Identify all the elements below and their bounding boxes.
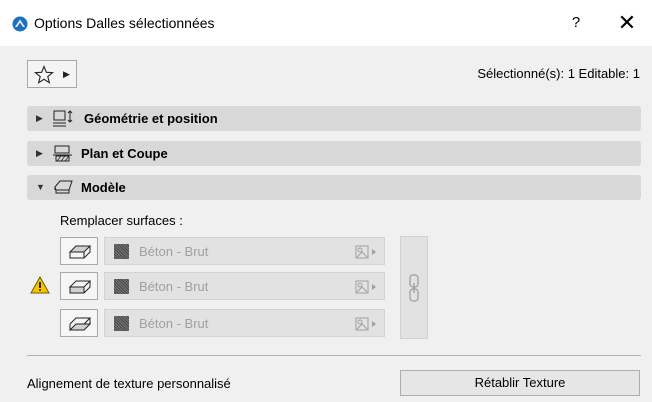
collapsed-arrow-icon: ▶ — [36, 148, 43, 158]
top-face-icon — [68, 245, 92, 259]
edge-surface-button[interactable] — [60, 272, 98, 300]
material-field[interactable]: Béton - Brut — [104, 237, 385, 265]
material-field[interactable]: Béton - Brut — [104, 272, 385, 300]
texture-alignment-label: Alignement de texture personnalisé — [27, 376, 231, 391]
model-icon — [54, 180, 73, 194]
bottom-face-icon — [68, 317, 92, 331]
warning-icon — [30, 276, 50, 294]
panel-label: Modèle — [81, 180, 126, 195]
chain-link-icon — [409, 274, 419, 302]
expanded-arrow-icon: ▼ — [36, 182, 45, 192]
panel-plan-section[interactable]: ▶ Plan et Coupe — [27, 141, 641, 166]
override-surfaces-label: Remplacer surfaces : — [60, 213, 183, 228]
reset-texture-button[interactable]: Rétablir Texture — [400, 370, 640, 396]
material-swatch — [114, 279, 129, 294]
title-bar: Options Dalles sélectionnées ? ✕ — [0, 0, 652, 46]
material-picker-icon[interactable] — [355, 317, 381, 331]
star-icon — [34, 65, 54, 84]
material-name: Béton - Brut — [139, 244, 209, 259]
link-surfaces-button[interactable] — [400, 236, 428, 339]
panel-geometry-position[interactable]: ▶ Géométrie et position — [27, 106, 641, 131]
geometry-position-icon — [53, 110, 73, 127]
panel-model[interactable]: ▼ Modèle — [27, 175, 641, 200]
selection-info: Sélectionné(s): 1 Editable: 1 — [477, 66, 640, 81]
panel-label: Géométrie et position — [84, 111, 218, 126]
bottom-surface-button[interactable] — [60, 309, 98, 337]
edge-face-icon — [68, 280, 92, 294]
collapsed-arrow-icon: ▶ — [36, 113, 43, 123]
panel-label: Plan et Coupe — [81, 146, 168, 161]
material-picker-icon[interactable] — [355, 245, 381, 259]
archicad-logo-icon — [12, 16, 28, 32]
material-name: Béton - Brut — [139, 279, 209, 294]
favorites-button[interactable]: ▶ — [27, 60, 77, 88]
material-field[interactable]: Béton - Brut — [104, 309, 385, 337]
favorites-menu-arrow-icon: ▶ — [63, 69, 70, 79]
divider — [27, 355, 641, 356]
plan-section-icon — [53, 145, 72, 162]
material-swatch — [114, 244, 129, 259]
close-button[interactable]: ✕ — [616, 10, 638, 36]
help-button[interactable]: ? — [566, 12, 586, 34]
material-swatch — [114, 316, 129, 331]
material-name: Béton - Brut — [139, 316, 209, 331]
window-title: Options Dalles sélectionnées — [34, 15, 215, 31]
top-surface-button[interactable] — [60, 237, 98, 265]
material-picker-icon[interactable] — [355, 280, 381, 294]
